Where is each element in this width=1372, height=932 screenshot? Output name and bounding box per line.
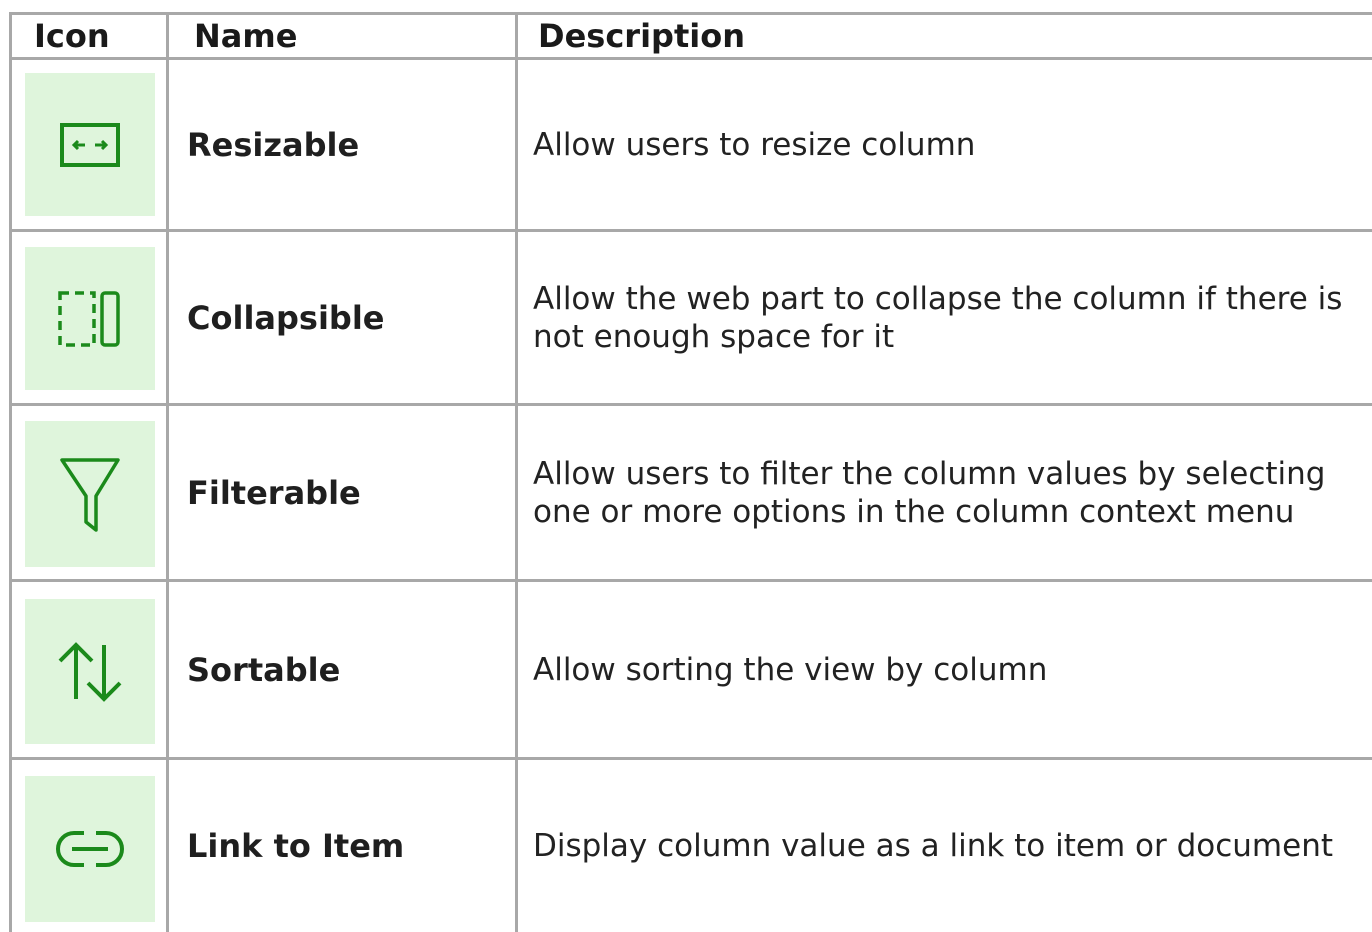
resize-icon — [25, 73, 155, 216]
row-description: Allow sorting the view by column — [533, 651, 1048, 688]
row-description: Allow the web part to collapse the colum… — [533, 280, 1343, 355]
link-icon — [25, 776, 155, 922]
row-name: Sortable — [187, 650, 341, 689]
header-name: Name — [194, 17, 298, 55]
collapse-column-icon — [25, 247, 155, 390]
row-name: Filterable — [187, 473, 361, 512]
row-name: Link to Item — [187, 827, 405, 865]
row-name: Resizable — [187, 125, 360, 164]
table-left-border — [9, 12, 12, 932]
sort-arrows-icon — [25, 599, 155, 744]
row-description: Display column value as a link to item o… — [533, 828, 1333, 864]
properties-table: Icon Name Description Resizable Allow us… — [9, 12, 1372, 932]
filter-funnel-icon — [25, 421, 155, 567]
row-name: Collapsible — [187, 298, 385, 337]
row-description: Allow users to resize column — [533, 126, 976, 163]
header-icon: Icon — [34, 17, 110, 55]
row-description: Allow users to filter the column values … — [533, 455, 1326, 530]
header-description: Description — [538, 17, 745, 55]
